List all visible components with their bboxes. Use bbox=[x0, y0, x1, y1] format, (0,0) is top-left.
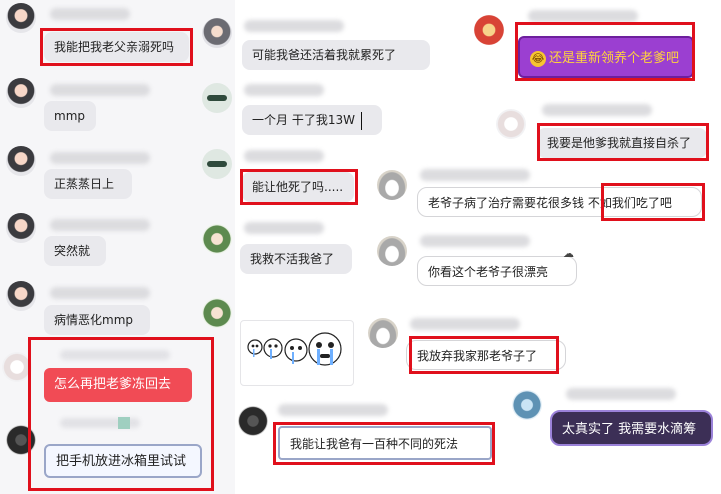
highlight-box bbox=[40, 28, 193, 66]
text-cursor bbox=[360, 111, 362, 130]
chat-bubble: 突然就 bbox=[44, 236, 106, 266]
username-blurred bbox=[244, 222, 324, 234]
username-blurred bbox=[244, 84, 324, 96]
chat-bubble: 我救不活我爸了 bbox=[240, 244, 352, 274]
user-avatar[interactable] bbox=[377, 170, 407, 200]
username-blurred bbox=[50, 152, 150, 164]
user-avatar[interactable] bbox=[6, 213, 36, 243]
username-blurred bbox=[50, 219, 150, 231]
chat-bubble: 正蒸蒸日上 bbox=[44, 169, 132, 199]
username-blurred bbox=[566, 388, 676, 400]
user-avatar[interactable] bbox=[6, 78, 36, 108]
highlight-box bbox=[240, 169, 358, 205]
chat-bubble: 可能我爸还活着我就累死了 bbox=[242, 40, 430, 70]
user-avatar[interactable] bbox=[202, 83, 232, 113]
user-avatar[interactable] bbox=[496, 109, 526, 139]
user-avatar[interactable] bbox=[377, 236, 407, 266]
username-blurred bbox=[278, 404, 388, 416]
decor-cloud-icon: ☁ bbox=[563, 247, 574, 260]
user-avatar[interactable] bbox=[238, 406, 268, 436]
username-blurred bbox=[50, 287, 150, 299]
highlight-box bbox=[273, 422, 495, 465]
user-avatar[interactable] bbox=[202, 224, 232, 254]
username-blurred bbox=[410, 318, 520, 330]
chat-bubble: 你看这个老爷子很漂亮 bbox=[417, 256, 577, 286]
user-avatar[interactable] bbox=[474, 15, 504, 45]
username-blurred bbox=[420, 169, 530, 181]
user-avatar[interactable] bbox=[202, 149, 232, 179]
crying-panda-meme-sticker[interactable] bbox=[240, 320, 354, 386]
username-blurred bbox=[528, 10, 638, 22]
chat-bubble-text: 一个月 干了我13W bbox=[252, 113, 355, 127]
highlight-box bbox=[601, 183, 705, 221]
user-avatar[interactable] bbox=[6, 146, 36, 176]
highlight-box bbox=[409, 336, 559, 374]
username-blurred bbox=[50, 84, 150, 96]
chat-bubble-dark: 太真实了 我需要水滴筹 bbox=[550, 410, 713, 446]
chat-bubble: 病情恶化mmp bbox=[44, 305, 150, 335]
user-avatar[interactable] bbox=[6, 3, 36, 33]
highlight-box bbox=[28, 337, 214, 491]
username-blurred bbox=[420, 235, 530, 247]
user-avatar[interactable] bbox=[6, 281, 36, 311]
chat-bubble: mmp bbox=[44, 101, 96, 131]
highlight-box bbox=[515, 22, 695, 81]
highlight-box bbox=[537, 123, 709, 161]
username-blurred bbox=[50, 8, 130, 20]
user-avatar[interactable] bbox=[202, 18, 232, 48]
username-blurred bbox=[244, 150, 324, 162]
username-blurred bbox=[542, 104, 652, 116]
user-avatar[interactable] bbox=[512, 390, 542, 420]
username-blurred bbox=[244, 20, 344, 32]
user-avatar[interactable] bbox=[368, 318, 398, 348]
chat-bubble: 一个月 干了我13W bbox=[242, 105, 382, 135]
user-avatar[interactable] bbox=[202, 298, 232, 328]
sticker-faces-icon bbox=[247, 332, 342, 366]
